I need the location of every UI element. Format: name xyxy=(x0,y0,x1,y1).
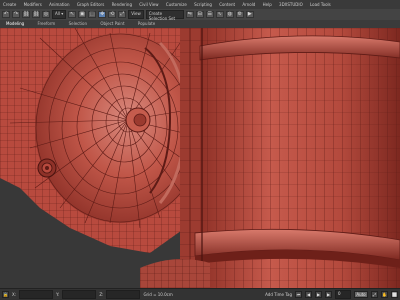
tab-object-paint[interactable]: Object Paint xyxy=(94,20,130,28)
tab-selection[interactable]: Selection xyxy=(63,20,93,28)
menu-help[interactable]: Help xyxy=(260,0,275,9)
menu-customize[interactable]: Customize xyxy=(163,0,190,9)
menu-modifiers[interactable]: Modifiers xyxy=(21,0,45,9)
tab-freeform[interactable]: Freeform xyxy=(31,20,61,28)
go-to-start-icon[interactable]: ⏮ xyxy=(295,291,302,298)
curve-editor-icon[interactable]: ∿ xyxy=(215,11,224,18)
mirror-icon[interactable]: ⇋ xyxy=(185,11,194,18)
bind-space-warp-icon[interactable]: ◎ xyxy=(42,11,50,18)
selection-set-dropdown[interactable]: Create Selection Set xyxy=(145,10,184,21)
render-setup-icon[interactable]: ⚙ xyxy=(235,11,244,18)
pan-icon[interactable]: ✋ xyxy=(381,291,388,298)
unlink-icon[interactable]: ⛓ xyxy=(32,11,40,18)
move-icon[interactable]: ✥ xyxy=(98,11,107,18)
menu-content[interactable]: Content xyxy=(216,0,238,9)
wireframe-model xyxy=(0,28,400,288)
menu-load-tools[interactable]: Load Tools xyxy=(307,0,334,9)
rotate-icon[interactable]: ⟲ xyxy=(108,11,117,18)
app-window: Create Modifiers Animation Graph Editors… xyxy=(0,0,400,300)
ribbon-tabs: Modeling Freeform Selection Object Paint… xyxy=(0,20,400,29)
redo-icon[interactable]: ↷ xyxy=(12,11,20,18)
menu-scripting[interactable]: Scripting xyxy=(191,0,215,9)
auto-key-button[interactable]: Auto xyxy=(354,291,368,298)
perspective-viewport[interactable] xyxy=(0,28,400,288)
next-frame-icon[interactable]: ▶ xyxy=(325,291,332,298)
menu-graph-editors[interactable]: Graph Editors xyxy=(74,0,107,9)
coord-x-label: X: xyxy=(12,291,17,297)
menu-arnold[interactable]: Arnold xyxy=(239,0,258,9)
frame-field[interactable]: 0 xyxy=(335,290,351,299)
menu-create[interactable]: Create xyxy=(0,0,19,9)
coord-y-field[interactable] xyxy=(62,290,97,299)
undo-icon[interactable]: ↶ xyxy=(2,11,10,18)
coord-z-label: Z: xyxy=(99,291,104,297)
menu-rendering[interactable]: Rendering xyxy=(109,0,135,9)
layer-icon[interactable]: ☰ xyxy=(205,11,214,18)
material-editor-icon[interactable]: ◍ xyxy=(225,11,234,18)
grid-size-text: Grid = 10.0cm xyxy=(143,291,173,297)
status-bar: 🔒 X: Y: Z: Grid = 10.0cm Add Time Tag ⏮ … xyxy=(0,288,400,300)
lock-selection-icon[interactable]: 🔒 xyxy=(2,291,9,298)
menu-3dxstudio[interactable]: 3DXSTUDIO xyxy=(276,0,306,9)
coord-y-label: Y: xyxy=(56,291,60,297)
scale-icon[interactable]: ⤢ xyxy=(118,11,127,18)
select-object-icon[interactable]: ↖ xyxy=(68,11,77,18)
main-toolbar: ↶ ↷ ⛓ ⛓ ◎ All ▾ ↖ ▣ ⬚ ✥ ⟲ ⤢ View Create … xyxy=(0,9,400,21)
link-icon[interactable]: ⛓ xyxy=(22,11,30,18)
add-time-tag-button[interactable]: Add Time Tag xyxy=(265,290,292,300)
menu-animation[interactable]: Animation xyxy=(46,0,72,9)
menu-civil-view[interactable]: Civil View xyxy=(136,0,161,9)
rect-selection-icon[interactable]: ⬚ xyxy=(88,11,97,18)
prev-frame-icon[interactable]: ◀ xyxy=(305,291,312,298)
view-dropdown[interactable]: View xyxy=(128,10,144,19)
coord-z-field[interactable] xyxy=(106,290,141,299)
render-icon[interactable]: ▶ xyxy=(245,11,254,18)
maximize-viewport-icon[interactable]: ⬜ xyxy=(391,291,398,298)
selection-filter-dropdown[interactable]: All ▾ xyxy=(52,10,67,19)
select-by-name-icon[interactable]: ▣ xyxy=(78,11,87,18)
play-icon[interactable]: ▶ xyxy=(315,291,322,298)
tab-populate[interactable]: Populate xyxy=(132,20,161,28)
align-icon[interactable]: ⊟ xyxy=(195,11,204,18)
zoom-extents-icon[interactable]: ⤢ xyxy=(371,291,378,298)
coord-x-field[interactable] xyxy=(19,290,54,299)
menu-bar: Create Modifiers Animation Graph Editors… xyxy=(0,0,400,9)
